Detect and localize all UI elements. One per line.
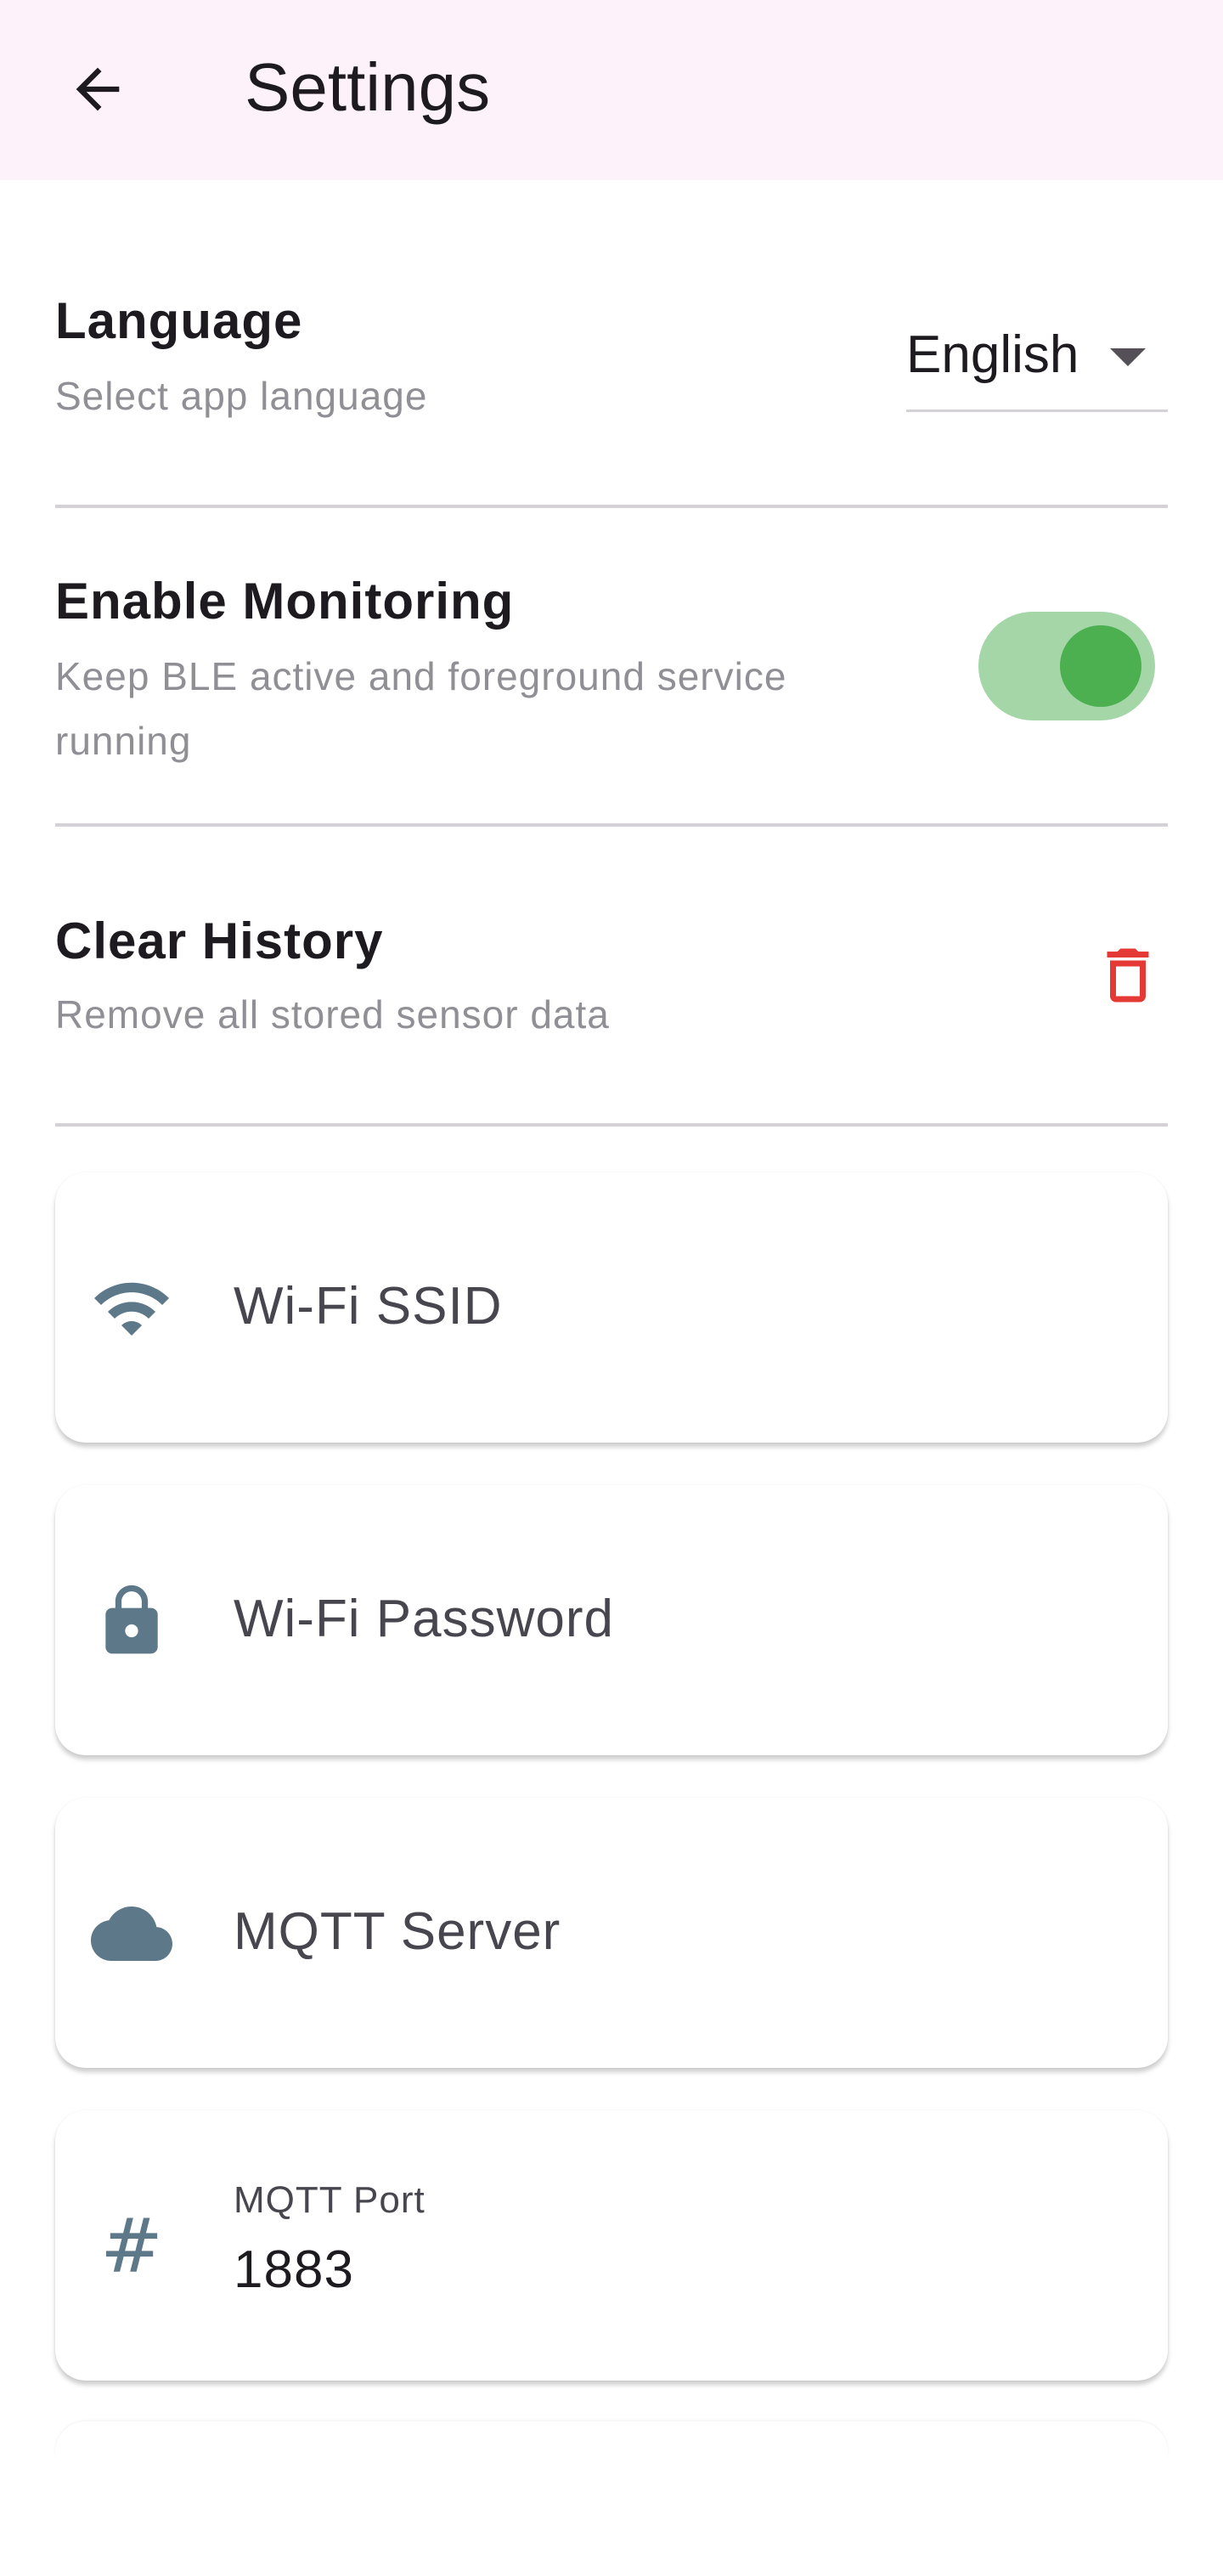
cloud-icon (91, 1893, 172, 1974)
lock-icon (91, 1580, 172, 1662)
hash-icon: # (100, 2202, 163, 2290)
clear-history-subtitle: Remove all stored sensor data (55, 992, 610, 1037)
wifi-password-field[interactable]: Wi-Fi Password (55, 1485, 1168, 1755)
mqtt-port-value: 1883 (234, 2240, 354, 2299)
trash-icon (1107, 948, 1149, 1003)
monitoring-title: Enable Monitoring (55, 573, 515, 630)
mqtt-port-label: MQTT Port (234, 2179, 426, 2221)
bottom-fade (0, 2455, 1223, 2576)
language-subtitle: Select app language (55, 374, 428, 418)
divider (55, 823, 1168, 827)
clear-history-button[interactable] (1087, 935, 1169, 1016)
divider (55, 505, 1168, 508)
clear-history-title: Clear History (55, 912, 384, 969)
mqtt-server-field[interactable]: MQTT Server (55, 1798, 1168, 2068)
app-bar: Settings (0, 0, 1223, 180)
language-title: Language (55, 292, 303, 349)
divider (55, 1123, 1168, 1127)
toggle-thumb (1060, 625, 1141, 707)
back-button[interactable] (51, 42, 144, 136)
language-selected-value: English (906, 325, 1079, 384)
wifi-icon (91, 1268, 172, 1349)
wifi-password-label: Wi-Fi Password (234, 1590, 615, 1648)
dropdown-caret-icon (1110, 348, 1146, 366)
arrow-back-icon (76, 67, 120, 111)
wifi-ssid-label: Wi-Fi SSID (234, 1277, 503, 1336)
clear-history-setting: Clear History Remove all stored sensor d… (55, 907, 1168, 1060)
monitoring-subtitle: Keep BLE active and foreground service r… (55, 654, 787, 763)
mqtt-port-field[interactable]: # MQTT Port 1883 (55, 2110, 1168, 2381)
language-dropdown[interactable]: English (906, 314, 1168, 413)
dropdown-underline (906, 410, 1168, 412)
page-title: Settings (245, 49, 491, 125)
monitoring-toggle[interactable] (978, 612, 1155, 720)
mqtt-server-label: MQTT Server (234, 1902, 561, 1961)
wifi-ssid-field[interactable]: Wi-Fi SSID (55, 1172, 1168, 1443)
